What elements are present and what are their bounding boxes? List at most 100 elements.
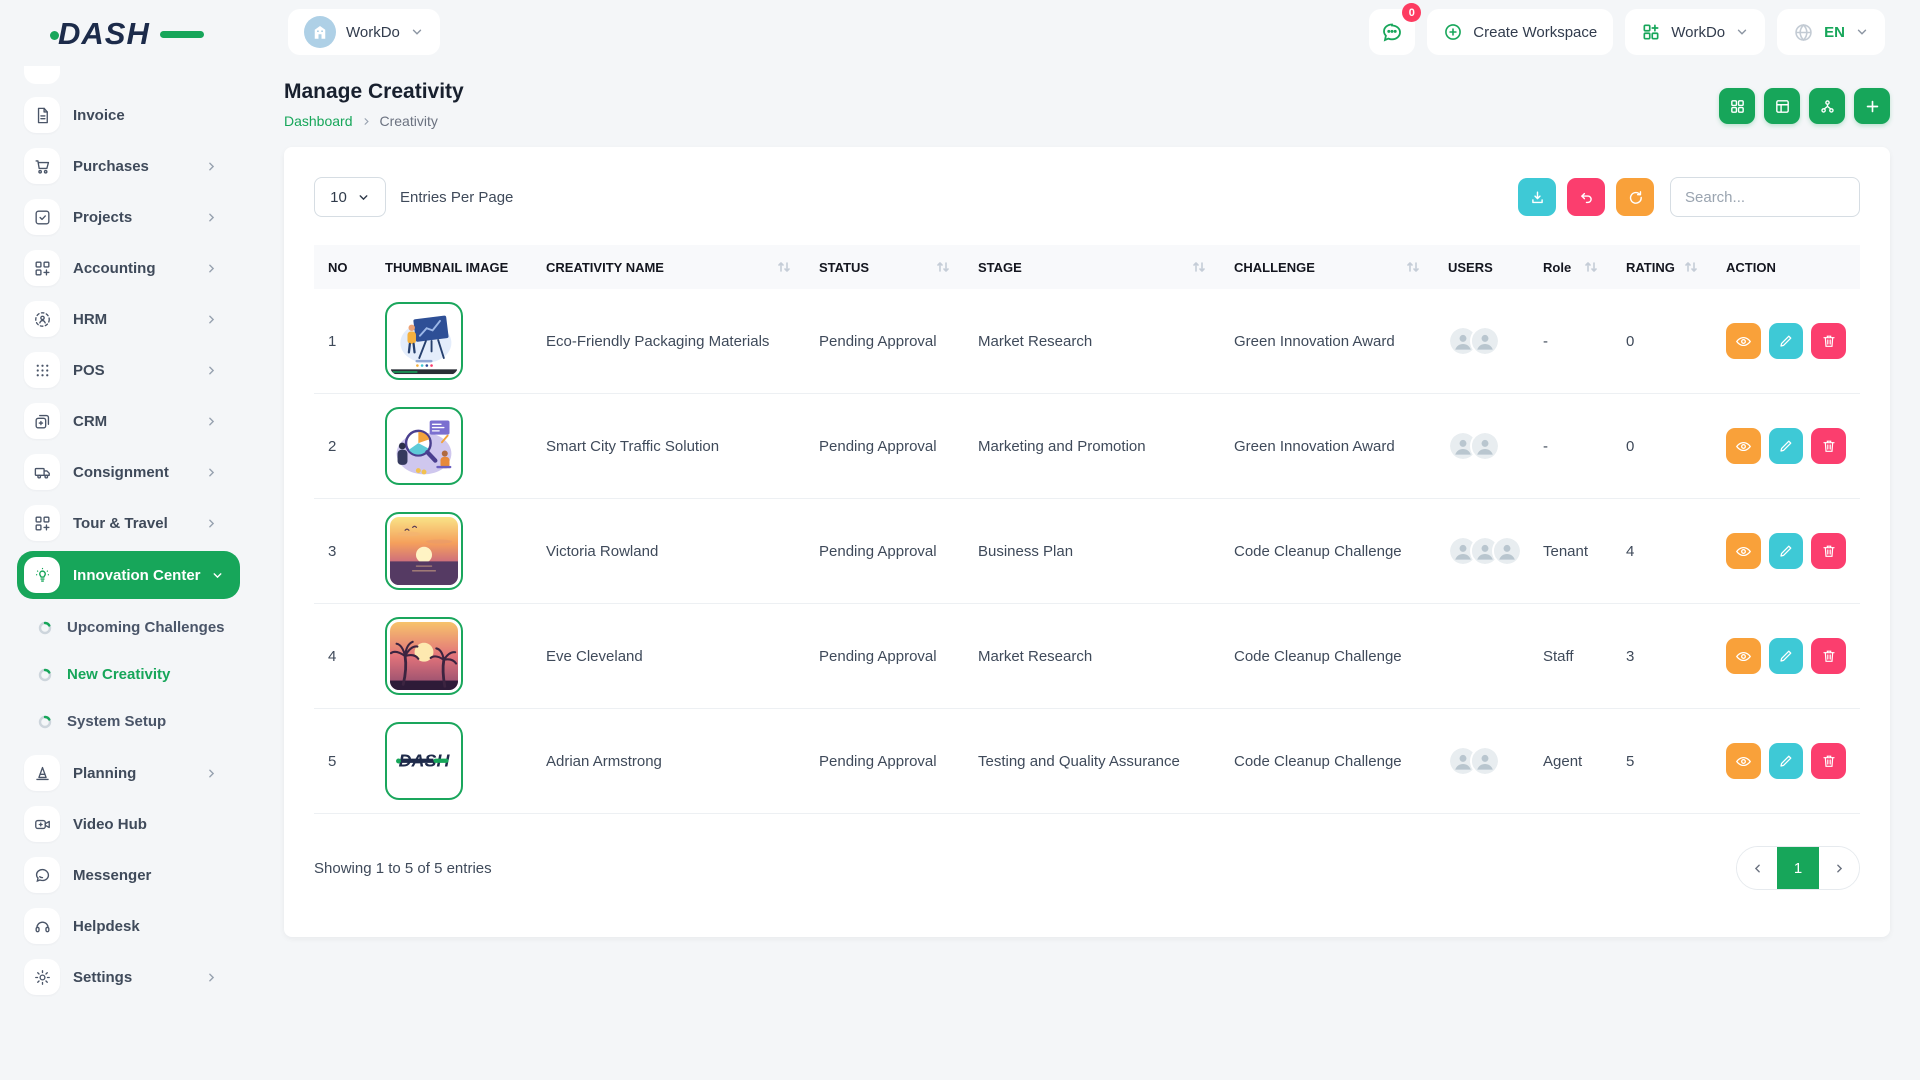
download-icon <box>1529 189 1546 206</box>
table-view-button[interactable] <box>1764 88 1800 124</box>
breadcrumb-current: Creativity <box>380 113 438 129</box>
search-input[interactable] <box>1670 177 1860 217</box>
hierarchy-view-button[interactable] <box>1809 88 1845 124</box>
invoice-icon <box>24 97 60 133</box>
thumbnail-palm-beach-photo[interactable] <box>385 617 463 695</box>
thumbnail-easel-illustration[interactable] <box>385 302 463 380</box>
workdo-menu-button[interactable]: WorkDo <box>1625 9 1765 55</box>
stage-cell: Market Research <box>964 289 1220 394</box>
thumbnail-dash-logo-image[interactable]: DASH <box>385 722 463 800</box>
sidebar-item-video-hub[interactable]: Video Hub <box>0 801 240 847</box>
row-number: 3 <box>314 499 371 604</box>
add-creativity-button[interactable] <box>1854 88 1890 124</box>
chevron-down-icon <box>1735 25 1749 39</box>
grid-view-button[interactable] <box>1719 88 1755 124</box>
view-button[interactable] <box>1726 743 1761 779</box>
eye-icon <box>1735 333 1752 350</box>
view-button[interactable] <box>1726 428 1761 464</box>
edit-button[interactable] <box>1769 428 1804 464</box>
edit-button[interactable] <box>1769 533 1804 569</box>
sidebar-item-accounting[interactable]: Accounting <box>0 245 240 291</box>
chevron-right-icon <box>205 415 218 428</box>
delete-button[interactable] <box>1811 638 1846 674</box>
stage-cell: Market Research <box>964 604 1220 709</box>
breadcrumb-dashboard-link[interactable]: Dashboard <box>284 113 353 129</box>
view-button[interactable] <box>1726 323 1761 359</box>
gear-icon <box>24 959 60 995</box>
brand-logo[interactable]: DASH <box>58 16 198 50</box>
col-header-name[interactable]: CREATIVITY NAME <box>532 245 805 289</box>
thumbnail-magnifier-analytics-illustration[interactable] <box>385 407 463 485</box>
chevron-right-icon <box>205 364 218 377</box>
refresh-button[interactable] <box>1616 178 1654 216</box>
workspace-switcher[interactable]: WorkDo <box>288 9 440 55</box>
sidebar-subitem-upcoming-challenges[interactable]: Upcoming Challenges <box>0 604 250 651</box>
sort-icon <box>1406 261 1420 273</box>
creativity-name: Adrian Armstrong <box>532 709 805 814</box>
col-header-role[interactable]: Role <box>1529 245 1612 289</box>
chevron-right-icon <box>205 517 218 530</box>
status-cell: Pending Approval <box>805 709 964 814</box>
table-row: 4 Eve Cleveland Pending Approval Market … <box>314 604 1860 709</box>
eye-icon <box>1735 438 1752 455</box>
grid-icon <box>1729 98 1746 115</box>
sidebar-item-consignment[interactable]: Consignment <box>0 449 240 495</box>
delete-button[interactable] <box>1811 428 1846 464</box>
language-selector[interactable]: EN <box>1777 9 1885 55</box>
col-header-stage[interactable]: STAGE <box>964 245 1220 289</box>
user-avatars <box>1448 536 1515 566</box>
delete-button[interactable] <box>1811 743 1846 779</box>
undo-button[interactable] <box>1567 178 1605 216</box>
create-workspace-button[interactable]: Create Workspace <box>1427 9 1613 55</box>
table-header-row: NO THUMBNAIL IMAGE CREATIVITY NAME STATU… <box>314 245 1860 289</box>
col-header-status[interactable]: STATUS <box>805 245 964 289</box>
chevron-right-icon <box>1833 862 1846 875</box>
previous-page-button[interactable] <box>1737 846 1777 890</box>
delete-button[interactable] <box>1811 533 1846 569</box>
check-square-icon <box>24 199 60 235</box>
export-button[interactable] <box>1518 178 1556 216</box>
col-header-challenge[interactable]: CHALLENGE <box>1220 245 1434 289</box>
col-header-rating[interactable]: RATING <box>1612 245 1712 289</box>
sidebar-item-innovation-center[interactable]: Innovation Center <box>17 551 240 599</box>
plus-icon <box>1864 98 1881 115</box>
eye-icon <box>1735 648 1752 665</box>
next-page-button[interactable] <box>1819 846 1859 890</box>
status-cell: Pending Approval <box>805 289 964 394</box>
sidebar-item-crm[interactable]: CRM <box>0 398 240 444</box>
edit-button[interactable] <box>1769 638 1804 674</box>
lightbulb-icon <box>24 557 60 593</box>
role-cell: Agent <box>1529 709 1612 814</box>
sidebar-item-purchases[interactable]: Purchases <box>0 143 240 189</box>
sidebar-item-messenger[interactable]: Messenger <box>0 852 240 898</box>
edit-button[interactable] <box>1769 323 1804 359</box>
loader-circle-icon <box>38 621 52 635</box>
sidebar-subitem-system-setup[interactable]: System Setup <box>0 698 250 745</box>
view-button[interactable] <box>1726 638 1761 674</box>
trash-icon <box>1821 648 1837 664</box>
sidebar-subitem-new-creativity[interactable]: New Creativity <box>0 651 250 698</box>
sidebar-item-invoice[interactable]: Invoice <box>0 92 240 138</box>
pencil-icon <box>1778 333 1794 349</box>
sidebar-item-hrm[interactable]: HRM <box>0 296 240 342</box>
sidebar: Invoice Purchases Projects Accounting HR… <box>0 64 250 1080</box>
sidebar-item-planning[interactable]: Planning <box>0 750 240 796</box>
sidebar-item-settings[interactable]: Settings <box>0 954 240 1000</box>
thumbnail-sunset-photo[interactable] <box>385 512 463 590</box>
sidebar-item-projects[interactable]: Projects <box>0 194 240 240</box>
messages-button[interactable]: 0 <box>1369 9 1415 55</box>
sidebar-item-pos[interactable]: POS <box>0 347 240 393</box>
creativity-name: Eve Cleveland <box>532 604 805 709</box>
entries-per-page-select[interactable]: 10 <box>314 177 386 217</box>
avatar <box>1470 326 1500 356</box>
video-camera-icon <box>24 806 60 842</box>
sidebar-item-tour-travel[interactable]: Tour & Travel <box>0 500 240 546</box>
edit-button[interactable] <box>1769 743 1804 779</box>
delete-button[interactable] <box>1811 323 1846 359</box>
chevron-right-icon <box>205 211 218 224</box>
view-button[interactable] <box>1726 533 1761 569</box>
stage-cell: Marketing and Promotion <box>964 394 1220 499</box>
sidebar-item-helpdesk[interactable]: Helpdesk <box>0 903 240 949</box>
current-page-button[interactable]: 1 <box>1777 846 1819 890</box>
challenge-cell: Code Cleanup Challenge <box>1220 499 1434 604</box>
